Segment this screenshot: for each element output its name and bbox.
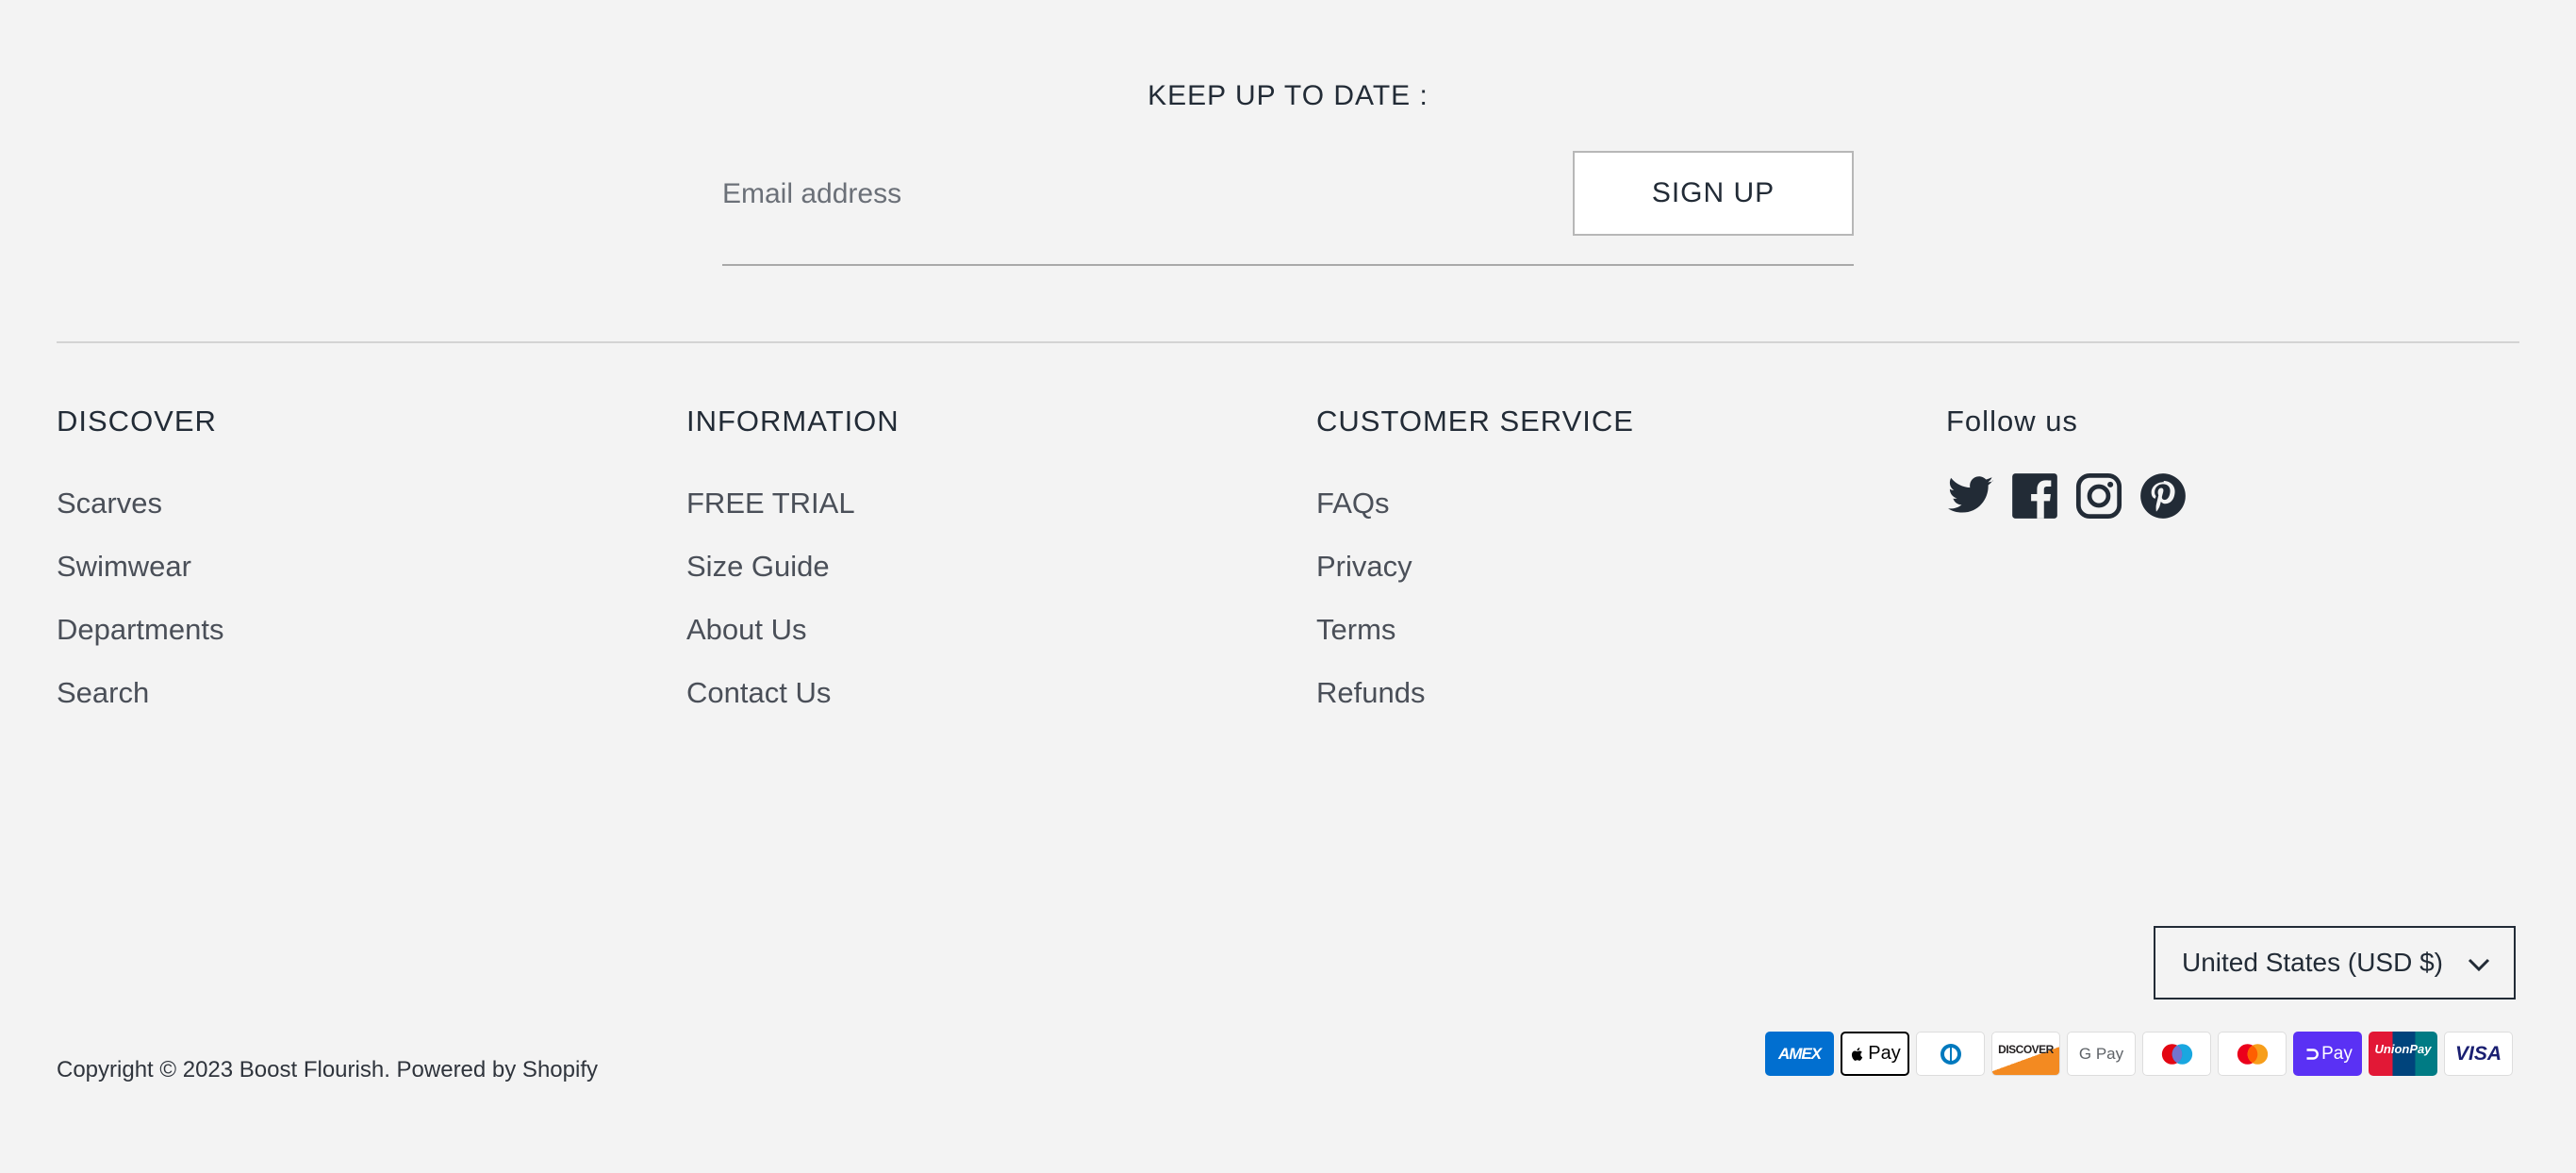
footer-link-swimwear[interactable]: Swimwear: [57, 535, 223, 598]
newsletter-form: SIGN UP: [722, 151, 1854, 266]
footer-link-terms[interactable]: Terms: [1316, 598, 1634, 661]
discover-heading: DISCOVER: [57, 405, 217, 438]
social-links: [1946, 471, 2188, 520]
copyright-text: Copyright © 2023 Boost Flourish. Powered…: [57, 1057, 598, 1082]
newsletter-title: KEEP UP TO DATE :: [1148, 80, 1428, 111]
footer-link-privacy[interactable]: Privacy: [1316, 535, 1634, 598]
instagram-icon[interactable]: [2074, 471, 2123, 520]
shop-pay-icon: Pay: [2293, 1032, 2362, 1076]
google-pay-icon: G Pay: [2067, 1032, 2136, 1076]
customer-service-column: CUSTOMER SERVICE FAQs Privacy Terms Refu…: [1316, 396, 1634, 724]
customer-service-heading: CUSTOMER SERVICE: [1316, 405, 1634, 438]
discover-column: DISCOVER Scarves Swimwear Departments Se…: [57, 396, 223, 724]
footer-link-about-us[interactable]: About Us: [686, 598, 900, 661]
signup-button[interactable]: SIGN UP: [1573, 151, 1854, 236]
information-column: INFORMATION FREE TRIAL Size Guide About …: [686, 396, 900, 724]
pinterest-icon[interactable]: [2138, 471, 2188, 520]
footer-link-size-guide[interactable]: Size Guide: [686, 535, 900, 598]
discover-icon: DISCOVER: [1991, 1032, 2060, 1076]
footer-divider: [57, 341, 2519, 343]
newsletter-section: KEEP UP TO DATE : SIGN UP: [722, 75, 1854, 266]
apple-pay-icon: Pay: [1841, 1032, 1909, 1076]
footer-link-departments[interactable]: Departments: [57, 598, 223, 661]
mastercard-icon: [2218, 1032, 2287, 1076]
footer-link-refunds[interactable]: Refunds: [1316, 661, 1634, 724]
currency-selector[interactable]: United States (USD $): [2154, 926, 2516, 1000]
information-heading: INFORMATION: [686, 405, 900, 438]
follow-heading: Follow us: [1946, 405, 2078, 438]
currency-selected-label: United States (USD $): [2182, 948, 2443, 977]
footer-link-contact-us[interactable]: Contact Us: [686, 661, 900, 724]
footer-link-free-trial[interactable]: FREE TRIAL: [686, 471, 900, 535]
visa-icon: VISA: [2444, 1032, 2513, 1076]
footer-link-search[interactable]: Search: [57, 661, 223, 724]
chevron-down-icon: [2468, 958, 2490, 972]
unionpay-icon: UnionPay: [2369, 1032, 2437, 1076]
facebook-icon[interactable]: [2010, 471, 2059, 520]
footer-link-faqs[interactable]: FAQs: [1316, 471, 1634, 535]
amex-icon: AMEX: [1765, 1032, 1834, 1076]
payment-icons: AMEX Pay DISCOVER G Pay Pay UnionPay VIS…: [1765, 1032, 2513, 1076]
follow-column: Follow us: [1946, 396, 2188, 520]
maestro-icon: [2142, 1032, 2211, 1076]
diners-club-icon: [1916, 1032, 1985, 1076]
email-input[interactable]: [722, 151, 1552, 238]
twitter-icon[interactable]: [1946, 471, 1995, 520]
footer-link-scarves[interactable]: Scarves: [57, 471, 223, 535]
